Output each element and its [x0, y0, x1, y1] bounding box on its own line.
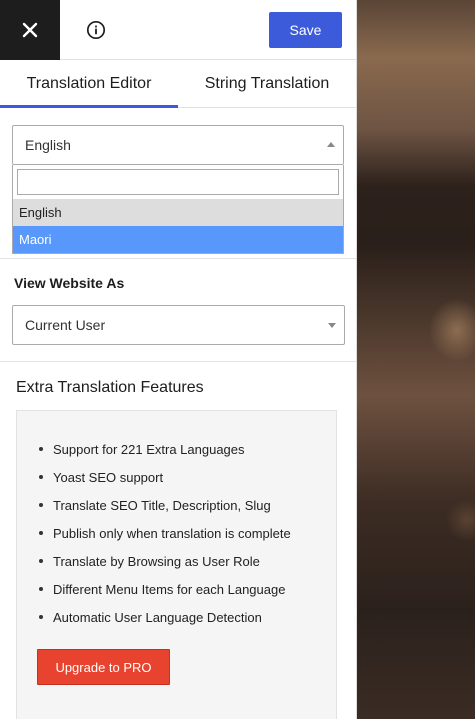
- tab-string-translation[interactable]: String Translation: [178, 60, 356, 107]
- feature-item: Yoast SEO support: [37, 463, 316, 491]
- caret-up-icon: [327, 142, 335, 147]
- language-dropdown: English Maori: [12, 165, 344, 254]
- info-icon: [86, 20, 106, 40]
- close-button[interactable]: [0, 0, 60, 60]
- tab-translation-editor[interactable]: Translation Editor: [0, 60, 178, 108]
- features-list: Support for 221 Extra Languages Yoast SE…: [37, 435, 316, 631]
- view-as-label: View Website As: [14, 275, 125, 291]
- close-icon: [22, 22, 38, 38]
- view-as-select[interactable]: Current User: [12, 305, 345, 345]
- feature-item: Automatic User Language Detection: [37, 603, 316, 631]
- feature-item: Translate by Browsing as User Role: [37, 547, 316, 575]
- language-option-english[interactable]: English: [13, 199, 343, 226]
- features-box: Support for 221 Extra Languages Yoast SE…: [16, 410, 337, 719]
- extra-features-section: Extra Translation Features Support for 2…: [0, 362, 356, 719]
- editor-tabs: Translation Editor String Translation: [0, 60, 356, 108]
- language-option-maori[interactable]: Maori: [13, 226, 343, 253]
- language-section: English English Maori: [0, 108, 356, 259]
- top-bar: Save: [0, 0, 356, 60]
- extra-features-title: Extra Translation Features: [16, 379, 204, 396]
- feature-item: Publish only when translation is complet…: [37, 519, 316, 547]
- info-button[interactable]: [86, 20, 106, 40]
- view-as-section: View Website As Current User: [0, 259, 356, 362]
- view-as-select-value: Current User: [25, 317, 106, 333]
- feature-item: Different Menu Items for each Language: [37, 575, 316, 603]
- language-select[interactable]: English: [12, 125, 344, 165]
- feature-item: Support for 221 Extra Languages: [37, 435, 316, 463]
- translation-sidebar: Save Translation Editor String Translati…: [0, 0, 357, 719]
- caret-down-icon: [328, 323, 336, 328]
- upgrade-to-pro-button[interactable]: Upgrade to PRO: [37, 649, 170, 685]
- language-search-input[interactable]: [17, 169, 339, 195]
- feature-item: Translate SEO Title, Description, Slug: [37, 491, 316, 519]
- background-photo: [357, 0, 475, 719]
- save-button[interactable]: Save: [269, 12, 342, 48]
- language-select-value: English: [25, 137, 71, 153]
